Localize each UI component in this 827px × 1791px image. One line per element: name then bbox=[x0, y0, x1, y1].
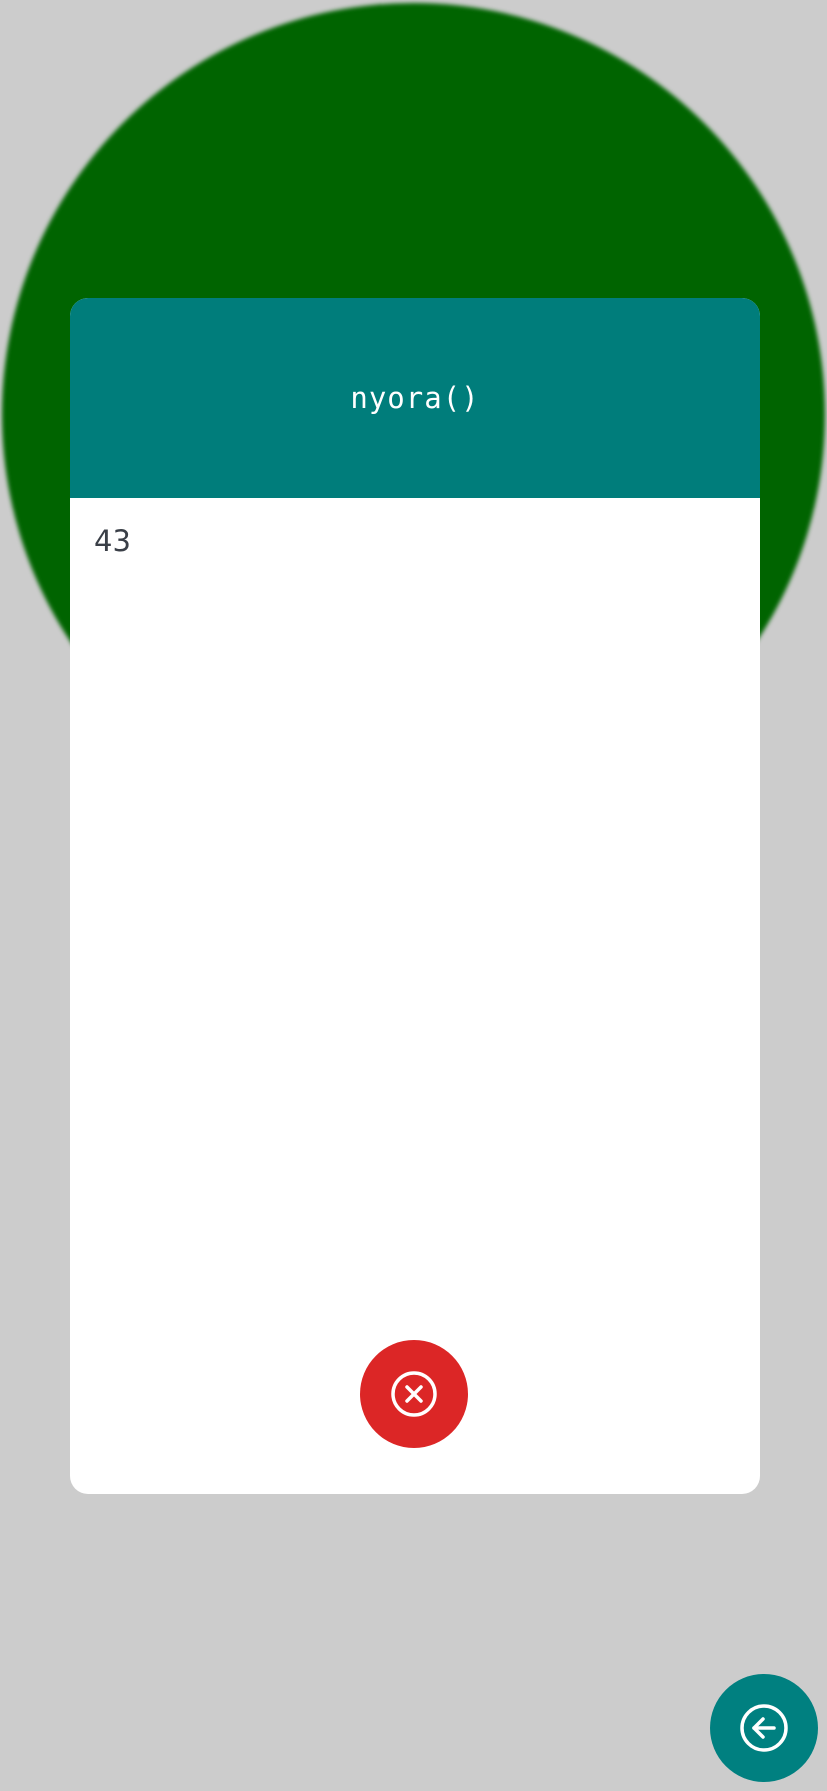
arrow-left-circle-icon bbox=[740, 1704, 788, 1752]
dialog-title: nyora() bbox=[350, 381, 480, 415]
dialog: nyora() 43 bbox=[70, 298, 760, 1494]
dialog-body-text: 43 bbox=[94, 524, 131, 558]
dialog-header: nyora() bbox=[70, 298, 760, 498]
dialog-body: 43 bbox=[70, 498, 760, 584]
close-button[interactable] bbox=[360, 1340, 468, 1448]
close-circle-icon bbox=[391, 1371, 437, 1417]
back-button[interactable] bbox=[710, 1674, 818, 1782]
